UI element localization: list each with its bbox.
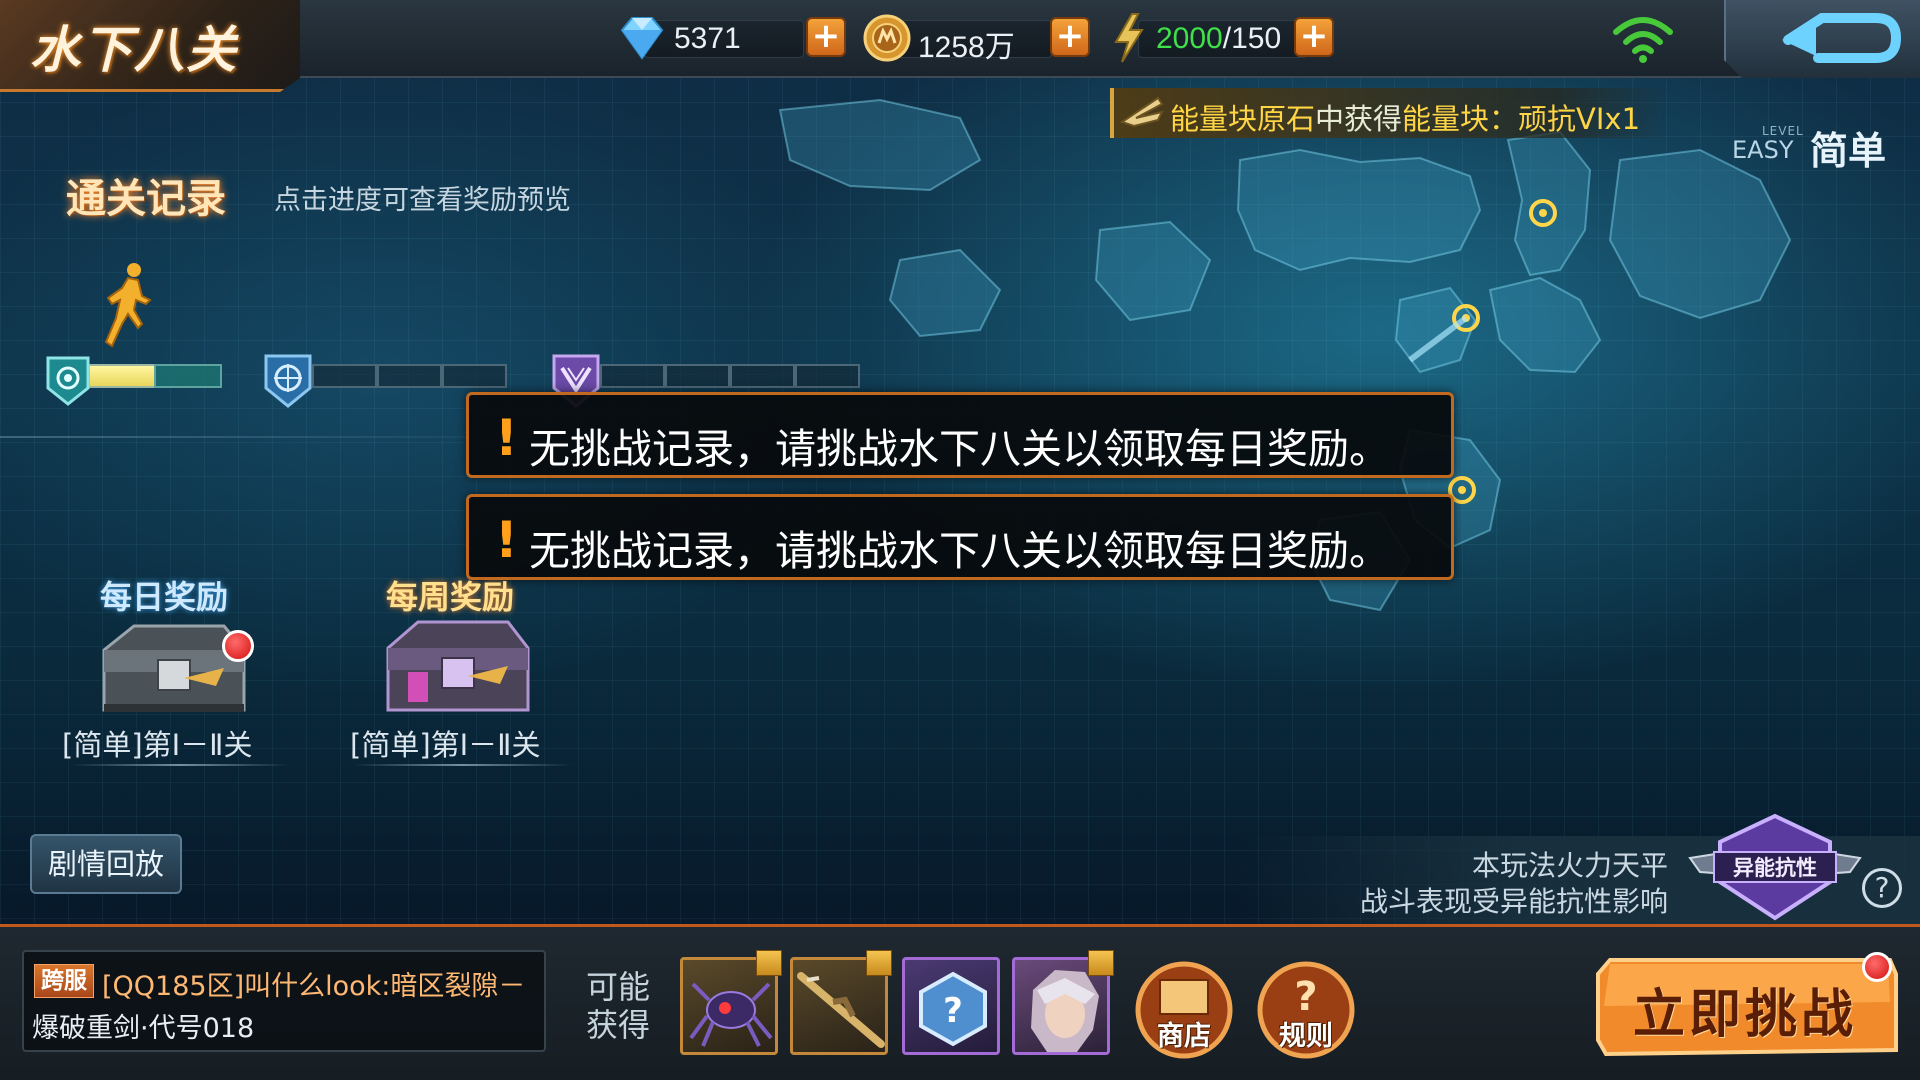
start-challenge-button[interactable]: 立即挑战: [1590, 954, 1900, 1060]
shop-button[interactable]: 商店: [1132, 958, 1236, 1062]
toast-message: ! 无挑战记录，请挑战水下八关以领取每日奖励。: [466, 392, 1454, 478]
page-title: 水下八关: [30, 21, 238, 79]
progress-segment-3b[interactable]: [665, 364, 730, 388]
item-badge-icon: [866, 950, 892, 976]
energy-current: 2000: [1156, 22, 1223, 55]
progress-segment-3c[interactable]: [730, 364, 795, 388]
daily-notification-dot: [222, 630, 254, 662]
ticker-text: 能量块原石中获得能量块：顽抗VIx1: [1170, 96, 1640, 138]
weekly-underline: [352, 764, 572, 766]
energy-value: 2000/150: [1156, 22, 1281, 56]
ticker-part3: 能量块：顽抗VIx1: [1402, 102, 1641, 136]
add-gold-button[interactable]: +: [1050, 17, 1090, 57]
resistance-badge-icon[interactable]: 异能抗性: [1680, 812, 1870, 924]
start-notification-dot: [1862, 952, 1892, 982]
progress-segment-3a[interactable]: [600, 364, 665, 388]
gold-value: 1258万: [918, 31, 1015, 64]
chat-line1: [QQ185区]叫什么look:暗区裂隙－: [102, 971, 526, 1002]
back-arrow-icon: [1782, 13, 1902, 63]
toast-text: 无挑战记录，请挑战水下八关以领取每日奖励。: [529, 527, 1390, 575]
weekly-reward-range: [简单]第Ⅰ－Ⅱ关: [350, 728, 541, 762]
difficulty-name: 简单: [1810, 129, 1887, 173]
diamond-value: 5371: [674, 22, 741, 55]
runner-icon: [104, 263, 152, 348]
difficulty-indicator: LEVEL EASY 简单: [1732, 118, 1912, 173]
record-title: 通关记录: [66, 176, 226, 222]
back-button[interactable]: [1724, 0, 1920, 78]
daily-reward-range: [简单]第Ⅰ－Ⅱ关: [62, 728, 253, 762]
item-badge-icon: [756, 950, 782, 976]
energy-max: /150: [1222, 22, 1282, 55]
rules-button[interactable]: ? 规则: [1254, 958, 1358, 1062]
difficulty-english: EASY: [1732, 136, 1794, 164]
title-plate: 水下八关: [0, 0, 300, 92]
reward-item-slot[interactable]: ?: [902, 957, 1000, 1055]
gold-coin-icon: [863, 14, 911, 62]
svg-text:?: ?: [943, 991, 963, 1031]
record-hint: 点击进度可查看奖励预览: [274, 185, 571, 216]
progress-segment-1b[interactable]: [154, 364, 222, 388]
ticker-part2: 中获得: [1315, 102, 1403, 136]
progress-segment-2b[interactable]: [377, 364, 442, 388]
may-get-label: 可能获得: [586, 968, 651, 1044]
gold-counter: 1258万 +: [862, 14, 1092, 64]
warning-icon: !: [495, 409, 518, 467]
fair-play-line2: 战斗表现受异能抗性影响: [1359, 885, 1668, 918]
progress-segment-2a[interactable]: [312, 364, 377, 388]
diamond-counter: 5371 +: [614, 14, 846, 62]
chat-box[interactable]: 跨服 [QQ185区]叫什么look:暗区裂隙－ 爆破重剑·代号018: [22, 950, 546, 1052]
notice-ticker: 能量块原石中获得能量块：顽抗VIx1: [1110, 88, 1670, 138]
item-badge-icon: [1088, 950, 1114, 976]
shop-label: 商店: [1157, 1021, 1211, 1052]
diamond-icon: [620, 17, 664, 60]
add-energy-button[interactable]: +: [1294, 17, 1334, 57]
add-diamond-button[interactable]: +: [806, 17, 846, 57]
rules-label: 规则: [1279, 1021, 1333, 1052]
lightning-icon: [1114, 13, 1144, 63]
progress-segment-1a[interactable]: [88, 364, 156, 388]
daily-underline: [70, 764, 290, 766]
mystery-item-icon: ?: [919, 971, 987, 1047]
chat-tag: 跨服: [34, 964, 94, 998]
progress-segment-2c[interactable]: [442, 364, 507, 388]
badge-label: 异能抗性: [1733, 856, 1817, 880]
progress-segment-3d[interactable]: [795, 364, 860, 388]
help-button[interactable]: ?: [1862, 868, 1902, 908]
daily-reward-title: 每日奖励: [100, 578, 229, 616]
story-replay-button[interactable]: 剧情回放: [30, 834, 182, 894]
wifi-icon: [1613, 17, 1673, 63]
toast-text: 无挑战记录，请挑战水下八关以领取每日奖励。: [529, 425, 1390, 473]
energy-counter: 2000/150 +: [1108, 13, 1338, 63]
daily-chest-icon[interactable]: [94, 614, 254, 722]
record-divider: [0, 436, 470, 438]
ticker-part1: 能量块原石: [1170, 102, 1316, 136]
chat-line2: 爆破重剑·代号018: [32, 1013, 255, 1044]
warning-icon: !: [495, 511, 518, 569]
weekly-chest-icon[interactable]: [378, 612, 538, 724]
milestone-1-icon[interactable]: [44, 354, 92, 408]
milestone-2-icon[interactable]: [262, 352, 314, 410]
eagle-wing-icon: [1119, 96, 1164, 128]
toast-message: ! 无挑战记录，请挑战水下八关以领取每日奖励。: [466, 494, 1454, 580]
start-challenge-label: 立即挑战: [1632, 985, 1857, 1045]
fair-play-line1: 本玩法火力天平: [1471, 849, 1668, 882]
